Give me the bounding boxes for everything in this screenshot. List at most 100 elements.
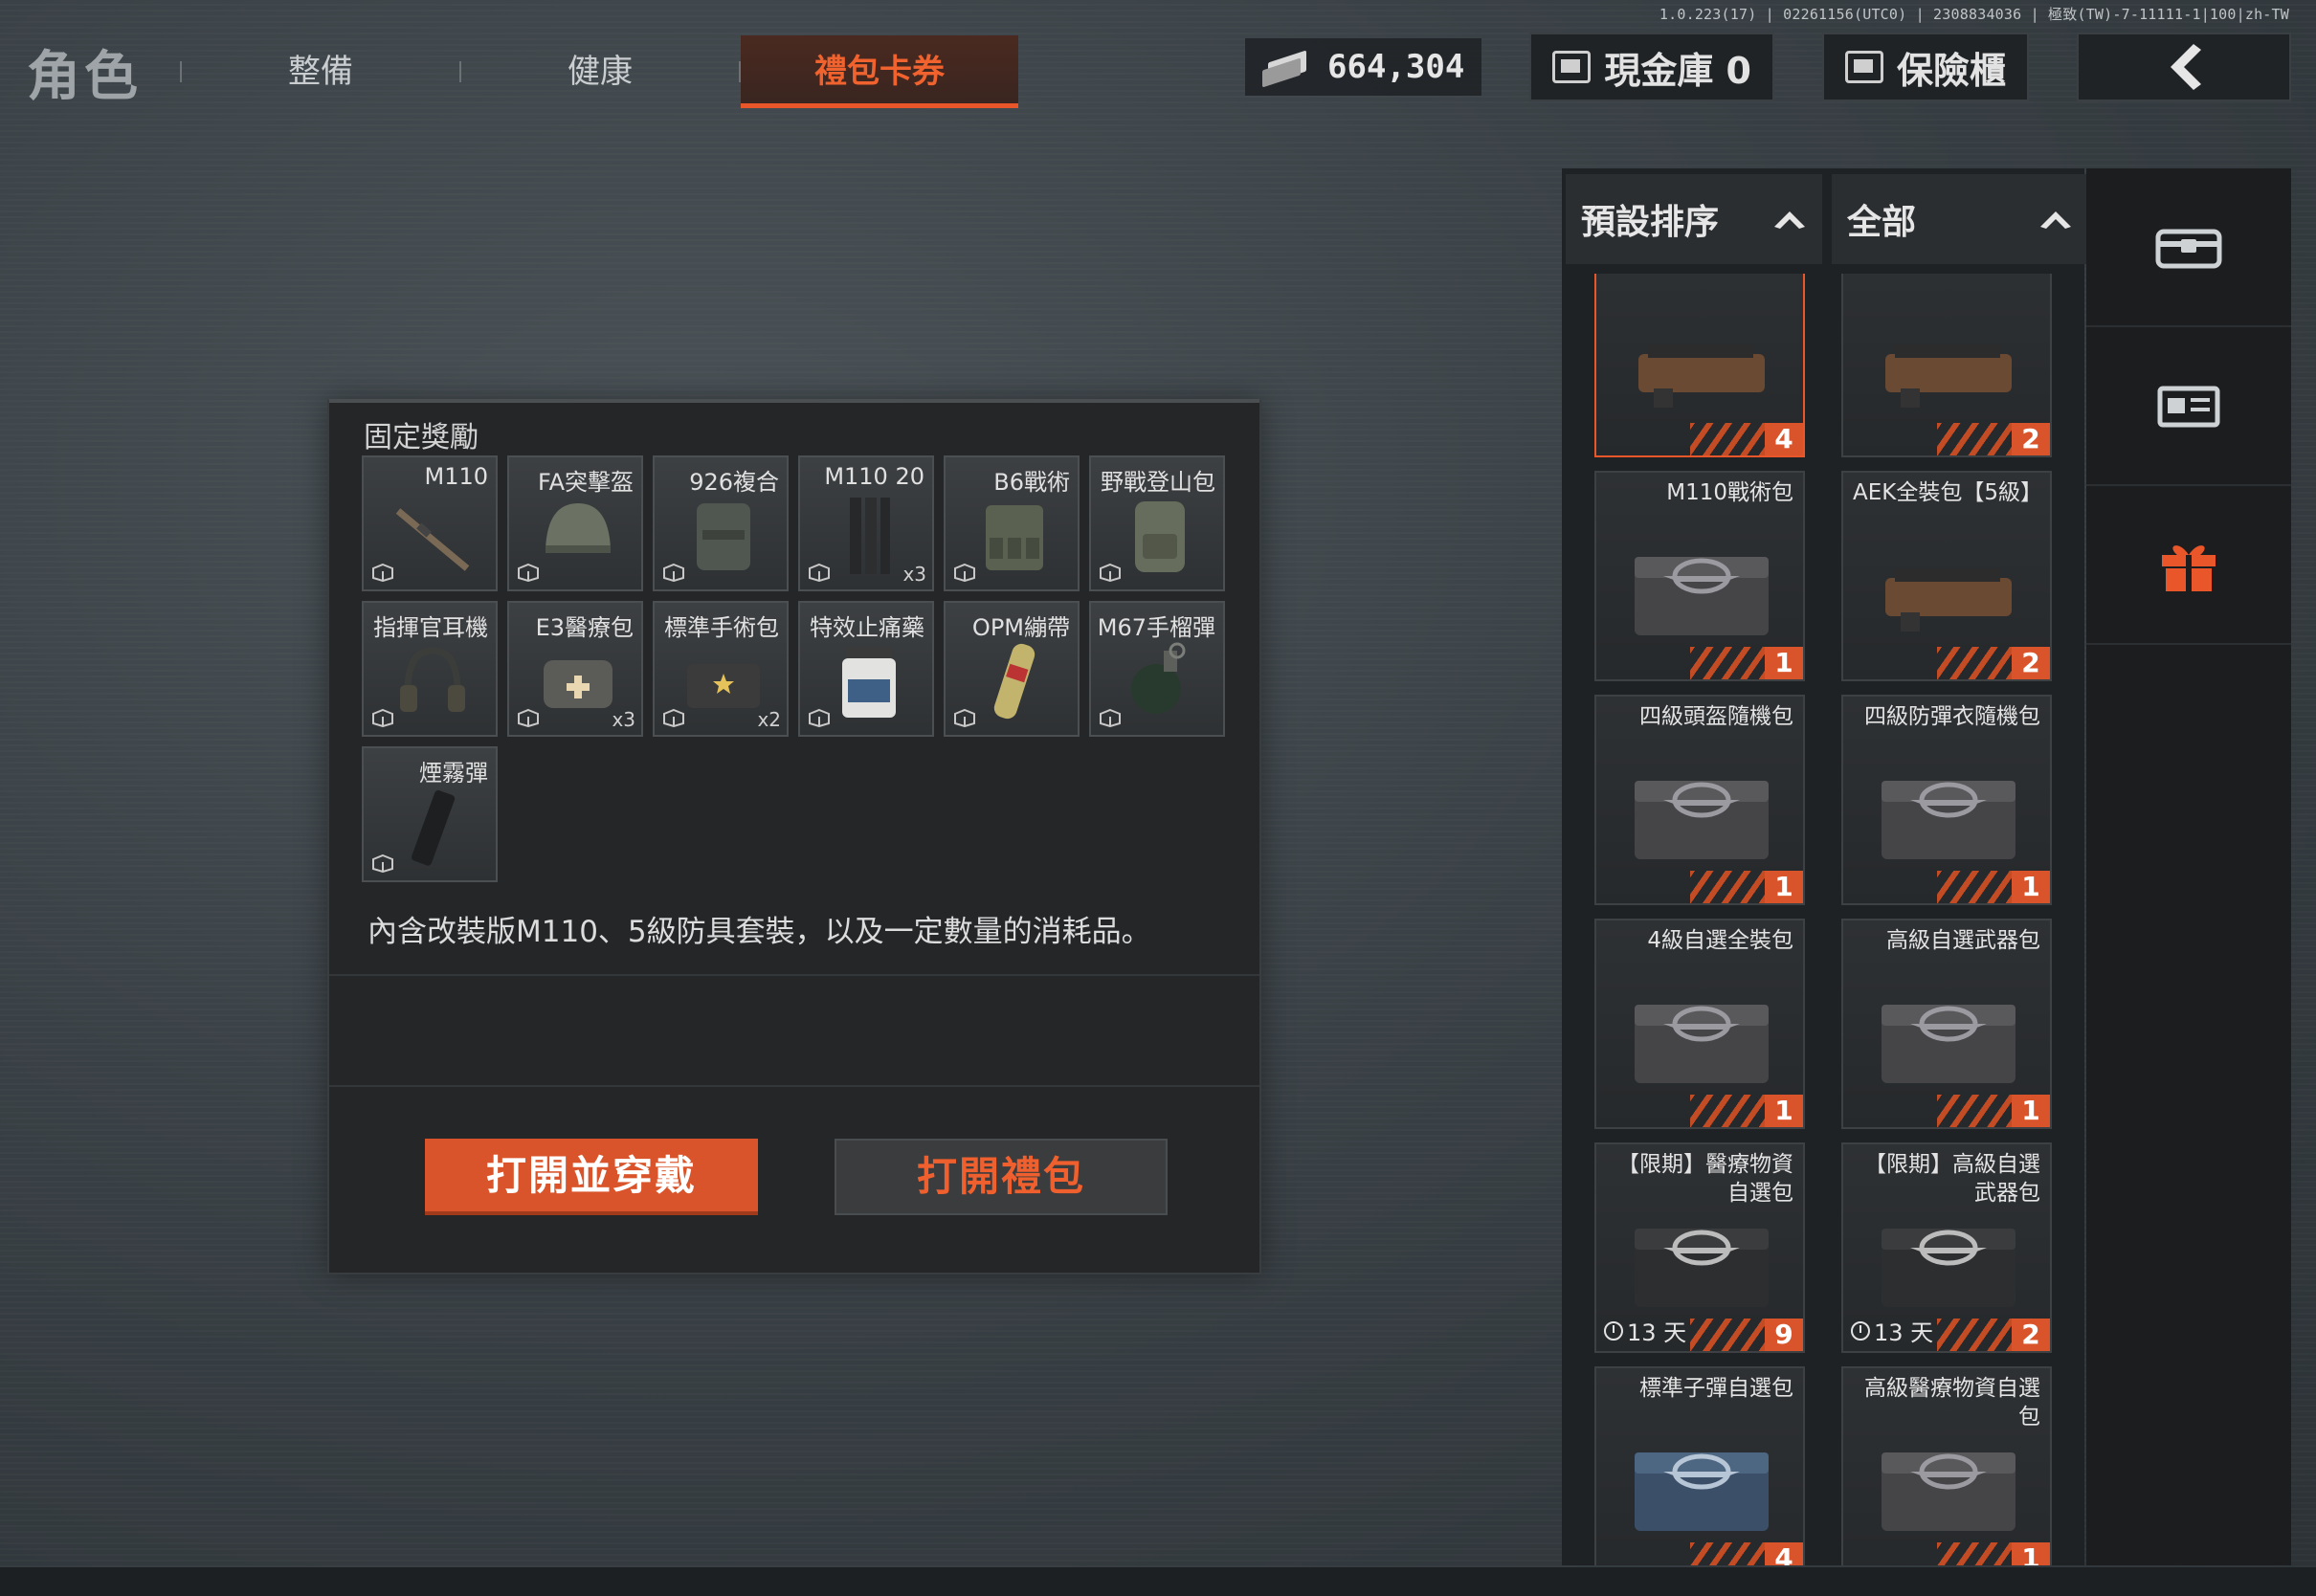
expiry-text: 13 天 <box>1874 1319 1934 1346</box>
reward-item[interactable]: 特效止痛藥 <box>798 601 934 737</box>
reward-item[interactable]: B6戰術 <box>944 455 1080 591</box>
reward-item[interactable]: M110 20 x3 <box>798 455 934 591</box>
weapon-pack-icon <box>1872 540 2025 645</box>
open-gift-button[interactable]: 打開禮包 <box>835 1139 1168 1215</box>
inventory-panel: 預設排序 全部 4 2 M110戰術包 1 AEK全裝包【5級】 2 四級頭盔隨機包 1 四級防… <box>1562 168 2088 1565</box>
item-count: 2 <box>2012 423 2050 455</box>
inventory-grid: 4 2 M110戰術包 1 AEK全裝包【5級】 2 四級頭盔隨機包 1 四級防彈衣隨機包 1 4級… <box>1594 274 2052 1565</box>
cash-vault-button[interactable]: 現金庫 0 <box>1529 33 1774 101</box>
reward-label: 野戰登山包 <box>1101 469 1215 496</box>
inventory-item-name: 高級自選武器包 <box>1886 928 2040 953</box>
inventory-item[interactable]: 4 <box>1594 274 1805 457</box>
chevron-up-icon <box>2040 211 2071 229</box>
filter-dropdown[interactable]: 全部 <box>1832 174 2088 264</box>
reward-item[interactable]: 926複合 <box>653 455 789 591</box>
item-box-icon <box>518 708 539 727</box>
panel-title: 固定獎勵 <box>364 421 479 454</box>
sort-dropdown[interactable]: 預設排序 <box>1566 174 1822 264</box>
cash-vault-label: 現金庫 0 <box>1604 49 1751 92</box>
reward-item[interactable]: M67手榴彈 <box>1089 601 1225 737</box>
inventory-item[interactable]: M110戰術包 1 <box>1594 471 1805 681</box>
bandage-icon <box>970 637 1058 721</box>
tab-gift-cards[interactable]: 禮包卡券 <box>741 35 1018 108</box>
vest-icon <box>679 492 768 576</box>
reward-grid: M110 FA突擊盔 926複合 M110 20 x3 B6戰術 野戰登山包指揮官耳機 E3醫… <box>362 455 1225 882</box>
reward-quantity: x3 <box>902 563 926 586</box>
expiry-timer: 13 天 <box>1851 1314 1933 1347</box>
item-box-icon <box>954 563 975 582</box>
inventory-item[interactable]: 高級醫療物資自選包 1 <box>1841 1366 2052 1565</box>
tab-equipment[interactable]: 整備 <box>182 35 459 108</box>
side-tab-gift[interactable] <box>2086 486 2291 645</box>
reward-item[interactable]: 指揮官耳機 <box>362 601 498 737</box>
top-navigation: 角色 整備 健康 禮包卡券 <box>27 29 1018 115</box>
tab-health[interactable]: 健康 <box>461 35 739 108</box>
inventory-scroll-area[interactable]: 4 2 M110戰術包 1 AEK全裝包【5級】 2 四級頭盔隨機包 1 四級防彈衣隨機包 1 4級… <box>1562 274 2084 1565</box>
inventory-item[interactable]: 四級防彈衣隨機包 1 <box>1841 695 2052 905</box>
reward-item[interactable]: M110 <box>362 455 498 591</box>
item-count: 4 <box>1765 1542 1803 1565</box>
weapon-pack-icon <box>1625 316 1778 421</box>
item-box-icon <box>372 708 393 727</box>
expiry-text: 13 天 <box>1627 1319 1687 1346</box>
inventory-item[interactable]: AEK全裝包【5級】 2 <box>1841 471 2052 681</box>
chevron-up-icon <box>1774 211 1805 229</box>
reward-label: FA突擊盔 <box>537 469 634 496</box>
reward-item[interactable]: E3醫療包 x3 <box>507 601 643 737</box>
reward-item[interactable]: 煙霧彈 <box>362 746 498 882</box>
inventory-item[interactable]: 【限期】醫療物資自選包 13 天 9 <box>1594 1142 1805 1353</box>
helmet-icon <box>534 492 622 576</box>
backpack-icon <box>1116 492 1204 576</box>
inventory-item-name: 【限期】高級自選武器包 <box>1864 1152 2040 1206</box>
rifle-icon <box>389 492 477 576</box>
supply-crate-icon <box>1625 1435 1778 1541</box>
expiry-timer: 13 天 <box>1604 1314 1686 1347</box>
supply-crate-icon <box>1872 1435 2025 1541</box>
item-box-icon <box>1100 708 1121 727</box>
reward-label: 特效止痛藥 <box>810 614 924 641</box>
inventory-item[interactable]: 【限期】高級自選武器包 13 天 2 <box>1841 1142 2052 1353</box>
inventory-item[interactable]: 高級自選武器包 1 <box>1841 919 2052 1129</box>
inventory-item-name: AEK全裝包【5級】 <box>1853 480 2042 505</box>
headset-icon <box>389 637 477 721</box>
reward-quantity: x2 <box>757 708 781 731</box>
reward-item[interactable]: OPM繃帶 <box>944 601 1080 737</box>
divider <box>329 974 1259 976</box>
inventory-item-name: 高級醫療物資自選包 <box>1864 1376 2040 1430</box>
item-count: 1 <box>2012 871 2050 903</box>
inventory-item[interactable]: 4級自選全裝包 1 <box>1594 919 1805 1129</box>
reward-label: OPM繃帶 <box>971 614 1070 641</box>
item-count: 2 <box>2012 1319 2050 1351</box>
inventory-item[interactable]: 2 <box>1841 274 2052 457</box>
inventory-item-name: M110戰術包 <box>1666 480 1793 505</box>
supply-crate-icon <box>1625 540 1778 645</box>
reward-label: B6戰術 <box>993 469 1070 496</box>
reward-label: 煙霧彈 <box>419 760 488 787</box>
inventory-item-name: 標準子彈自選包 <box>1639 1376 1793 1401</box>
item-count: 1 <box>1765 647 1803 679</box>
inventory-item[interactable]: 四級頭盔隨機包 1 <box>1594 695 1805 905</box>
treasure-chest-icon <box>2155 229 2222 269</box>
back-button[interactable] <box>2077 33 2291 101</box>
inventory-item[interactable]: 標準子彈自選包 4 <box>1594 1366 1805 1565</box>
item-box-icon <box>372 563 393 582</box>
painkiller-icon <box>825 637 913 721</box>
reward-item[interactable]: 標準手術包 x2 <box>653 601 789 737</box>
reward-item[interactable]: FA突擊盔 <box>507 455 643 591</box>
side-tab-card[interactable] <box>2086 327 2291 486</box>
gift-icon <box>2162 545 2216 591</box>
item-count: 1 <box>2012 1095 2050 1127</box>
open-and-equip-button[interactable]: 打開並穿戴 <box>425 1139 758 1215</box>
bottom-bar <box>0 1567 2316 1596</box>
safe-button[interactable]: 保險櫃 <box>1821 33 2029 101</box>
reward-label: M67手榴彈 <box>1097 614 1215 641</box>
version-string: 1.0.223(17) | 02261156(UTC0) | 230883403… <box>1659 6 2289 23</box>
item-count: 2 <box>2012 647 2050 679</box>
supply-crate-icon <box>1872 764 2025 869</box>
id-card-icon <box>2157 386 2220 428</box>
reward-item[interactable]: 野戰登山包 <box>1089 455 1225 591</box>
clock-icon <box>1851 1320 1870 1341</box>
gift-detail-panel: 固定獎勵 M110 FA突擊盔 926複合 M110 20 x3 B6戰術 野戰登山包指揮官… <box>327 399 1261 1275</box>
safe-icon <box>1844 51 1883 83</box>
side-tab-chest[interactable] <box>2086 168 2291 327</box>
